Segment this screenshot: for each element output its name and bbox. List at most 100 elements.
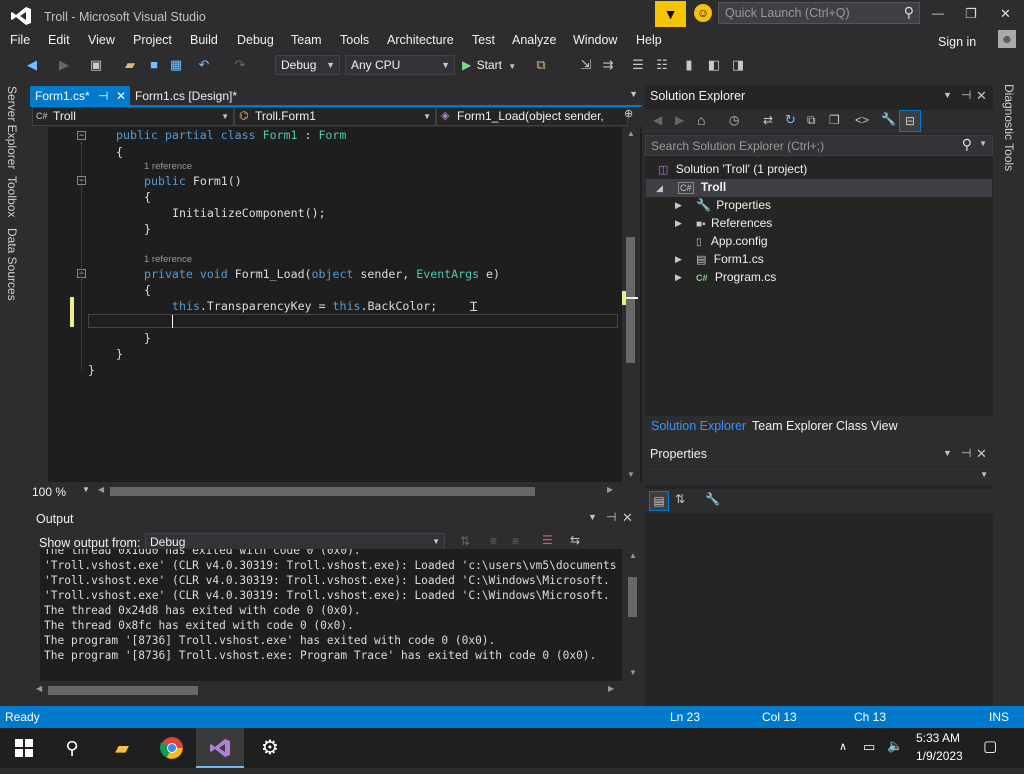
search-icon[interactable]: ⚲ (48, 728, 96, 768)
project-dropdown[interactable]: C# Troll ▼ (32, 107, 234, 126)
tree-project[interactable]: C# Troll (678, 178, 726, 196)
new-project-icon[interactable]: ▣ (88, 56, 104, 74)
collapsed-arrow-icon[interactable]: ▶ (675, 200, 682, 211)
class-dropdown[interactable]: ⌬ Troll.Form1 ▼ (234, 107, 436, 126)
scroll-up-icon[interactable]: ▲ (627, 129, 635, 138)
collapsed-arrow-icon[interactable]: ▶ (675, 218, 682, 229)
forward-icon[interactable]: ▶ (56, 56, 72, 74)
step-into-icon[interactable]: ⇲ (578, 56, 594, 74)
solution-config-dropdown[interactable]: Debug ▼ (275, 55, 340, 75)
server-explorer-tab[interactable]: Server Explorer (5, 86, 19, 169)
bookmark-prev-icon[interactable]: ◧ (706, 56, 722, 74)
collapsed-arrow-icon[interactable]: ▶ (675, 254, 682, 265)
alphabetical-icon[interactable]: ⇅ (675, 492, 685, 506)
scroll-left-icon[interactable]: ◀ (36, 684, 42, 693)
platform-dropdown[interactable]: Any CPU ▼ (345, 55, 455, 75)
menu-edit[interactable]: Edit (48, 33, 70, 47)
home-icon[interactable]: ⌂ (697, 112, 705, 128)
back-icon[interactable]: ◀ (653, 113, 662, 127)
close-panel-icon[interactable]: ✕ (976, 446, 987, 462)
menu-build[interactable]: Build (190, 33, 218, 47)
tab-team-explorer[interactable]: Team Explorer (752, 419, 833, 433)
close-tab-icon[interactable]: ✕ (116, 86, 126, 106)
step-over-icon[interactable]: ⇉ (600, 56, 616, 74)
volume-icon[interactable]: 🔈 (887, 738, 903, 754)
scroll-thumb[interactable] (628, 577, 637, 617)
save-icon[interactable]: ■ (146, 56, 162, 74)
undo-icon[interactable]: ↶ (196, 56, 212, 74)
panel-options-icon[interactable]: ▼ (943, 448, 952, 458)
menu-test[interactable]: Test (472, 33, 495, 47)
refresh-icon[interactable]: ↻ (785, 112, 796, 128)
scroll-thumb[interactable] (626, 237, 635, 363)
pin-icon[interactable]: ⊣ (98, 86, 108, 106)
visual-studio-taskbar-icon[interactable] (196, 728, 244, 768)
pin-icon[interactable]: ⊣ (606, 510, 616, 524)
show-all-files-icon[interactable]: ❐ (829, 113, 840, 127)
back-icon[interactable]: ◀ (24, 56, 40, 74)
open-file-icon[interactable]: ▰ (122, 56, 138, 74)
tree-item-app-config[interactable]: ▯ App.config (696, 232, 768, 250)
maximize-button[interactable]: ❐ (965, 6, 977, 22)
tab-class-view[interactable]: Class View (836, 419, 898, 433)
clear-all-icon[interactable]: ☰ (542, 533, 553, 547)
tray-chevron-up-icon[interactable]: ∧ (839, 740, 847, 753)
close-button[interactable]: ✕ (1000, 6, 1011, 22)
menu-view[interactable]: View (88, 33, 115, 47)
quick-launch-input[interactable]: Quick Launch (Ctrl+Q) ⚲ (718, 2, 920, 24)
sync-icon[interactable]: ⇄ (763, 113, 773, 127)
scroll-left-icon[interactable]: ◀ (98, 485, 104, 494)
chevron-down-icon[interactable]: ▼ (979, 139, 987, 148)
fold-toggle-icon[interactable]: − (77, 131, 86, 140)
expanded-arrow-icon[interactable]: ◢ (656, 183, 663, 194)
menu-tools[interactable]: Tools (340, 33, 369, 47)
uncomment-lines-icon[interactable]: ☷ (654, 56, 670, 74)
close-panel-icon[interactable]: ✕ (622, 510, 633, 526)
tree-solution[interactable]: ◫ Solution 'Troll' (1 project) (658, 160, 807, 178)
word-wrap-icon[interactable]: ⇆ (570, 533, 580, 547)
properties-object-dropdown[interactable]: ▼ (645, 467, 993, 485)
comment-lines-icon[interactable]: ☰ (630, 56, 646, 74)
menu-file[interactable]: File (10, 33, 30, 47)
tree-item-references[interactable]: ■▪ References (696, 214, 772, 232)
start-menu-icon[interactable] (0, 728, 48, 768)
scroll-right-icon[interactable]: ▶ (607, 485, 613, 494)
bookmark-next-icon[interactable]: ◨ (730, 56, 746, 74)
start-button[interactable]: ▶ Start ▼ (462, 55, 524, 75)
forward-icon[interactable]: ▶ (675, 113, 684, 127)
tab-form1-cs[interactable]: Form1.cs* ⊣ ✕ (30, 86, 130, 106)
toolbox-tab[interactable]: Toolbox (5, 176, 19, 217)
menu-debug[interactable]: Debug (237, 33, 274, 47)
collapsed-arrow-icon[interactable]: ▶ (675, 272, 682, 283)
code-editor[interactable]: − − − public partial class Form1 : Form … (30, 127, 642, 482)
tab-solution-explorer[interactable]: Solution Explorer (651, 419, 746, 433)
notifications-icon[interactable]: ▢ (983, 737, 997, 755)
view-code-icon[interactable]: <> (855, 113, 869, 127)
prev-message-icon[interactable]: ≡ (490, 534, 497, 548)
find-message-icon[interactable]: ⇅ (460, 534, 470, 548)
output-vertical-scrollbar[interactable]: ▲ ▼ (624, 551, 642, 681)
solution-search-input[interactable]: Search Solution Explorer (Ctrl+;) ⚲ ▼ (645, 135, 993, 156)
save-all-icon[interactable]: ▦ (168, 56, 184, 74)
pin-icon[interactable]: ⊣ (961, 446, 971, 460)
horizontal-scroll-thumb[interactable] (110, 487, 535, 496)
diagnostic-tools-tab[interactable]: Diagnostic Tools (1002, 84, 1016, 171)
tab-form1-design[interactable]: Form1.cs [Design]* (130, 86, 270, 106)
member-dropdown[interactable]: ◈ Form1_Load(object sender, Eve (436, 107, 628, 126)
settings-gear-icon[interactable]: ⚙ (246, 728, 294, 768)
chrome-icon[interactable] (148, 728, 196, 768)
property-pages-icon[interactable]: 🔧 (705, 492, 720, 506)
codelens-reference[interactable]: 1 reference (144, 160, 192, 174)
categorized-icon[interactable]: ▤ (649, 491, 669, 511)
browser-link-icon[interactable]: ⧉ (532, 56, 550, 74)
output-text[interactable]: The thread 0x1dd0 has exited with code 0… (40, 549, 622, 681)
horizontal-scroll-thumb[interactable] (48, 686, 198, 695)
collapse-all-icon[interactable]: ⧉ (807, 113, 816, 128)
bookmark-icon[interactable]: ▮ (682, 56, 696, 74)
sign-in-link[interactable]: Sign in (938, 35, 976, 49)
menu-architecture[interactable]: Architecture (387, 33, 454, 47)
menu-window[interactable]: Window (573, 33, 617, 47)
account-avatar-icon[interactable]: ☻ (998, 30, 1016, 48)
panel-options-icon[interactable]: ▼ (943, 90, 952, 100)
data-sources-tab[interactable]: Data Sources (5, 228, 19, 301)
